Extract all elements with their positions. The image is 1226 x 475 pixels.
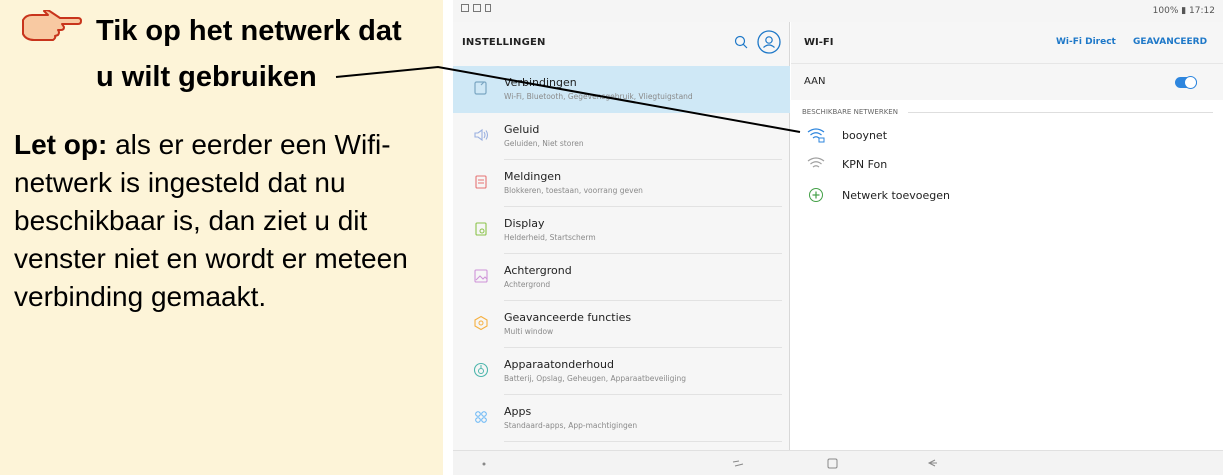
divider [504,441,782,442]
recent-apps-icon[interactable] [731,456,745,470]
settings-pane: INSTELLINGEN Verbindingen Wi-Fi, Bluetoo… [453,22,790,450]
settings-item-sub: Batterij, Opslag, Geheugen, Apparaatbeve… [504,374,686,383]
settings-item-label: Meldingen [504,170,562,183]
settings-item-label: Apparaatonderhoud [504,358,614,371]
add-network-row[interactable]: Netwerk toevoegen [791,182,1223,208]
display-icon [475,222,487,236]
tablet-screen: 100% ▮ 17:12 INSTELLINGEN Verbindingen W… [453,0,1223,475]
instruction-panel: Tik op het netwerk dat u wilt gebruiken … [0,0,443,475]
add-network-label: Netwerk toevoegen [842,189,951,202]
settings-item-sub: Helderheid, Startscherm [504,233,596,242]
wifi-state-label: AAN [804,76,826,87]
network-row-kpn-fon[interactable]: KPN Fon [791,151,1223,177]
advanced-button[interactable]: GEAVANCEERD [1133,37,1207,47]
wifi-header: WI-FI Wi-Fi Direct GEAVANCEERD [791,22,1223,64]
search-icon[interactable] [734,35,748,49]
delete-notification-icon [485,4,491,12]
settings-item-label: Verbindingen [504,76,577,89]
available-networks-heading: BESCHIKBARE NETWERKEN [802,108,898,116]
settings-item-label: Achtergrond [504,264,572,277]
gallery-notification-icon [461,4,469,12]
instruction-note: Let op: als er eerder een Wifi-netwerk i… [14,126,434,316]
wifi-state-row[interactable]: AAN [791,64,1223,100]
settings-item-geluid[interactable]: Geluid Geluiden, Niet storen [453,113,790,160]
settings-item-sub: Achtergrond [504,280,551,289]
settings-item-sub: Standaard-apps, App-machtigingen [504,421,638,430]
notifications-icon [475,175,487,189]
sound-icon [474,128,489,142]
instruction-title-line1: Tik op het netwerk dat [96,15,402,47]
divider [908,112,1213,113]
note-prefix: Let op: [14,129,108,160]
add-icon [809,188,823,202]
wifi-toggle[interactable] [1175,76,1197,89]
wifi-title: WI-FI [804,37,834,48]
settings-item-sub: Geluiden, Niet storen [504,139,584,148]
settings-item-display[interactable]: Display Helderheid, Startscherm [453,207,790,254]
network-name: booynet [842,129,888,142]
wifi-direct-button[interactable]: Wi-Fi Direct [1056,37,1116,47]
connections-icon [474,81,487,95]
settings-item-geavanceerde-functies[interactable]: Geavanceerde functies Multi window [453,301,790,348]
settings-item-label: Display [504,217,545,230]
wifi-secured-icon [807,128,825,143]
status-icons [461,4,491,12]
back-icon[interactable] [925,456,939,470]
settings-item-label: Geavanceerde functies [504,311,632,324]
settings-item-sub: Blokkeren, toestaan, voorrang geven [504,186,643,195]
pointing-hand-icon [22,10,82,41]
wifi-open-icon [807,157,825,168]
settings-title: INSTELLINGEN [462,37,546,48]
settings-header: INSTELLINGEN [453,22,790,64]
toggle-knob [1184,76,1197,89]
home-icon[interactable] [825,456,839,470]
advanced-features-icon [474,315,488,331]
nav-dot-icon[interactable] [477,456,491,470]
device-maintenance-icon [473,362,489,378]
network-row-booynet[interactable]: booynet [791,122,1223,148]
wifi-pane: WI-FI Wi-Fi Direct GEAVANCEERD AAN BESCH… [791,22,1223,450]
status-battery-clock: 100% ▮ 17:12 [1152,6,1215,16]
settings-item-label: Geluid [504,123,540,136]
wallpaper-icon [474,269,488,283]
settings-item-apps[interactable]: Apps Standaard-apps, App-machtigingen [453,395,790,442]
screenshot-notification-icon [473,4,481,12]
navigation-bar [453,450,1223,475]
settings-item-sub: Multi window [504,327,554,336]
settings-item-sub: Wi-Fi, Bluetooth, Gegevensgebruik, Vlieg… [504,92,693,101]
settings-item-meldingen[interactable]: Meldingen Blokkeren, toestaan, voorrang … [453,160,790,207]
network-name: KPN Fon [842,158,888,171]
settings-item-apparaatonderhoud[interactable]: Apparaatonderhoud Batterij, Opslag, Gehe… [453,348,790,395]
settings-item-label: Apps [504,405,532,418]
samsung-account-icon[interactable] [757,30,781,54]
apps-icon [475,411,487,423]
settings-item-achtergrond[interactable]: Achtergrond Achtergrond [453,254,790,301]
settings-item-verbindingen[interactable]: Verbindingen Wi-Fi, Bluetooth, Gegevensg… [453,66,790,113]
status-bar: 100% ▮ 17:12 [453,0,1223,22]
instruction-title-line2: u wilt gebruiken [96,61,317,93]
